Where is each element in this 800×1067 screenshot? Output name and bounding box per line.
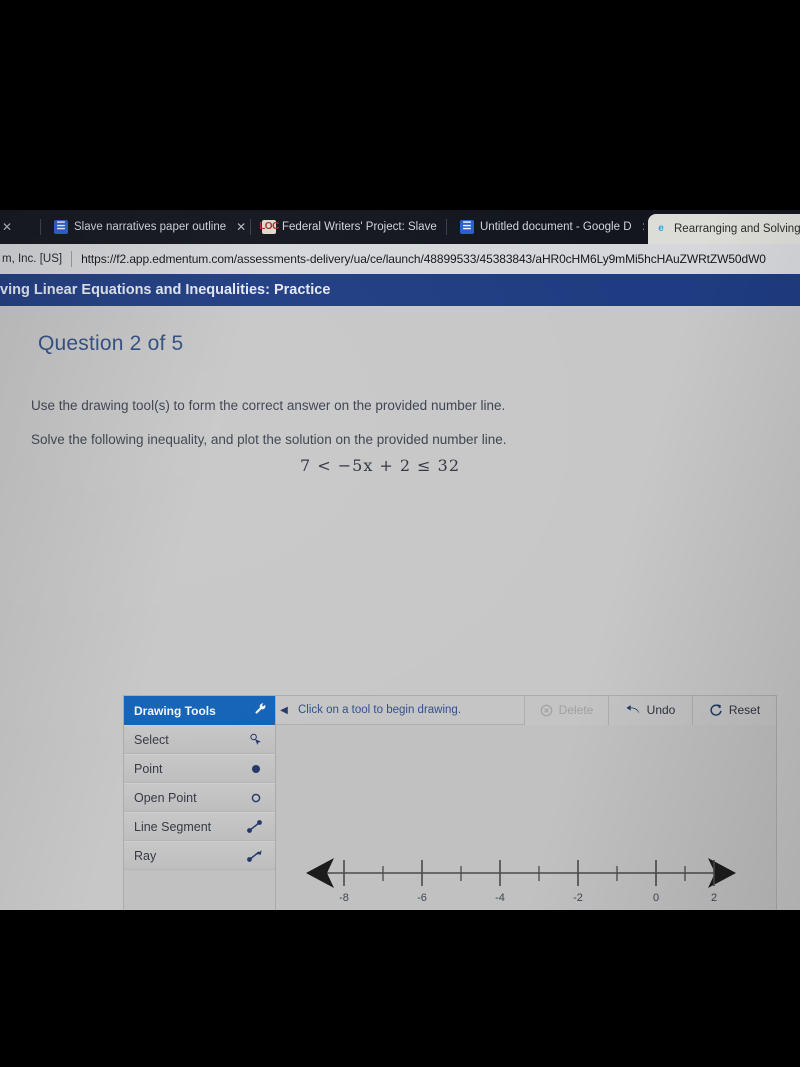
undo-button[interactable]: Undo bbox=[608, 695, 692, 725]
assessment-header-bar: lving Linear Equations and Inequalities:… bbox=[0, 274, 800, 306]
filled-point-icon bbox=[249, 762, 263, 776]
library-of-congress-icon: LOC bbox=[259, 220, 279, 234]
browser-tab-untitled-document[interactable]: ☰ Untitled document - Google D ✕ bbox=[454, 213, 644, 241]
tool-label: Ray bbox=[134, 848, 157, 863]
open-point-icon bbox=[249, 791, 263, 805]
delete-button[interactable]: Delete bbox=[524, 695, 608, 725]
undo-arrow-icon bbox=[626, 704, 641, 717]
tick-label: -8 bbox=[339, 892, 349, 904]
tab-divider bbox=[250, 219, 251, 235]
tool-open-point[interactable]: Open Point bbox=[124, 783, 275, 812]
number-line-canvas[interactable]: -8 -6 -4 -2 0 2 ? bbox=[276, 725, 776, 910]
photograph-frame: ✕ ☰ Slave narratives paper outline ✕ LOC… bbox=[0, 0, 800, 1067]
tool-label: Line Segment bbox=[134, 819, 212, 834]
delete-label: Delete bbox=[558, 703, 594, 717]
tick-label: 2 bbox=[711, 892, 717, 904]
tool-label: Open Point bbox=[134, 790, 197, 805]
drawing-canvas-side: ◀ Click on a tool to begin drawing. Dele… bbox=[276, 695, 776, 910]
tab-title: Slave narratives paper outline bbox=[74, 221, 227, 233]
tab-close-icon[interactable]: ✕ bbox=[236, 220, 246, 234]
number-line-graphic[interactable]: -8 -6 -4 -2 0 2 bbox=[276, 725, 776, 910]
ray-icon bbox=[246, 848, 263, 863]
cursor-icon bbox=[248, 732, 263, 747]
tab-divider bbox=[40, 219, 41, 235]
tick-label: -6 bbox=[417, 892, 427, 904]
tab-close-icon[interactable]: ✕ bbox=[2, 220, 12, 234]
question-counter: Question 2 of 5 bbox=[38, 332, 184, 355]
drawing-widget: Drawing Tools Select Point Open Point Li… bbox=[123, 695, 777, 910]
url-text[interactable]: https://f2.app.edmentum.com/assessments-… bbox=[81, 252, 766, 266]
browser-tab-strip: ✕ ☰ Slave narratives paper outline ✕ LOC… bbox=[0, 210, 800, 244]
browser-tab-slave-narratives[interactable]: ☰ Slave narratives paper outline ✕ bbox=[48, 213, 248, 241]
monitor-screen: ✕ ☰ Slave narratives paper outline ✕ LOC… bbox=[0, 210, 800, 910]
drawing-tools-title: Drawing Tools bbox=[134, 703, 216, 718]
omnibox-divider bbox=[71, 251, 73, 267]
instruction-line-1: Use the drawing tool(s) to form the corr… bbox=[31, 398, 506, 413]
collapse-left-icon[interactable]: ◀ bbox=[276, 705, 292, 716]
drawing-toolbar: ◀ Click on a tool to begin drawing. Dele… bbox=[276, 695, 776, 725]
edmentum-icon: e bbox=[658, 223, 664, 234]
tool-line-segment[interactable]: Line Segment bbox=[124, 812, 275, 841]
tab-close-icon[interactable]: ✕ bbox=[642, 220, 645, 234]
drawing-tools-header: Drawing Tools bbox=[124, 696, 275, 725]
reset-label: Reset bbox=[728, 703, 761, 717]
drawing-hint-text: Click on a tool to begin drawing. bbox=[298, 704, 462, 716]
drawing-tools-panel: Drawing Tools Select Point Open Point Li… bbox=[124, 696, 276, 910]
inequality-expression: 7 < −5x + 2 ≤ 32 bbox=[299, 456, 461, 475]
reset-circle-icon bbox=[709, 703, 723, 717]
tool-label: Select bbox=[134, 732, 169, 747]
google-docs-icon: ☰ bbox=[460, 220, 474, 234]
browser-address-bar[interactable]: m, Inc. [US] https://f2.app.edmentum.com… bbox=[0, 244, 800, 274]
browser-tab-active-edmentum[interactable]: e Rearranging and Solving Li bbox=[648, 214, 800, 244]
tab-title: Rearranging and Solving Li bbox=[674, 223, 800, 235]
tab-title: Untitled document - Google D bbox=[480, 221, 632, 233]
tool-select[interactable]: Select bbox=[124, 725, 275, 754]
tick-label: 0 bbox=[653, 892, 659, 904]
reset-button[interactable]: Reset bbox=[692, 695, 776, 725]
tick-label: -2 bbox=[573, 892, 583, 904]
instruction-line-2: Solve the following inequality, and plot… bbox=[31, 432, 507, 447]
site-security-badge: m, Inc. [US] bbox=[2, 253, 63, 265]
tick-labels: -8 -6 -4 -2 0 2 bbox=[339, 892, 717, 904]
google-docs-icon: ☰ bbox=[54, 220, 68, 234]
line-segment-icon bbox=[246, 819, 263, 834]
assessment-body: Question 2 of 5 Use the drawing tool(s) … bbox=[0, 306, 800, 910]
assessment-title: lving Linear Equations and Inequalities:… bbox=[0, 282, 331, 298]
browser-tab-0[interactable]: ✕ bbox=[0, 213, 36, 241]
tool-ray[interactable]: Ray bbox=[124, 841, 275, 870]
tick-label: -4 bbox=[495, 892, 505, 904]
browser-tab-federal-writers[interactable]: LOC Federal Writers' Project: Slave ✕ bbox=[256, 213, 442, 241]
tab-title: Federal Writers' Project: Slave bbox=[282, 221, 437, 233]
delete-circle-icon bbox=[540, 704, 553, 717]
tool-point[interactable]: Point bbox=[124, 754, 275, 783]
tab-divider bbox=[446, 219, 447, 235]
undo-label: Undo bbox=[646, 703, 676, 717]
tool-label: Point bbox=[134, 761, 163, 776]
wrench-icon bbox=[254, 702, 267, 719]
